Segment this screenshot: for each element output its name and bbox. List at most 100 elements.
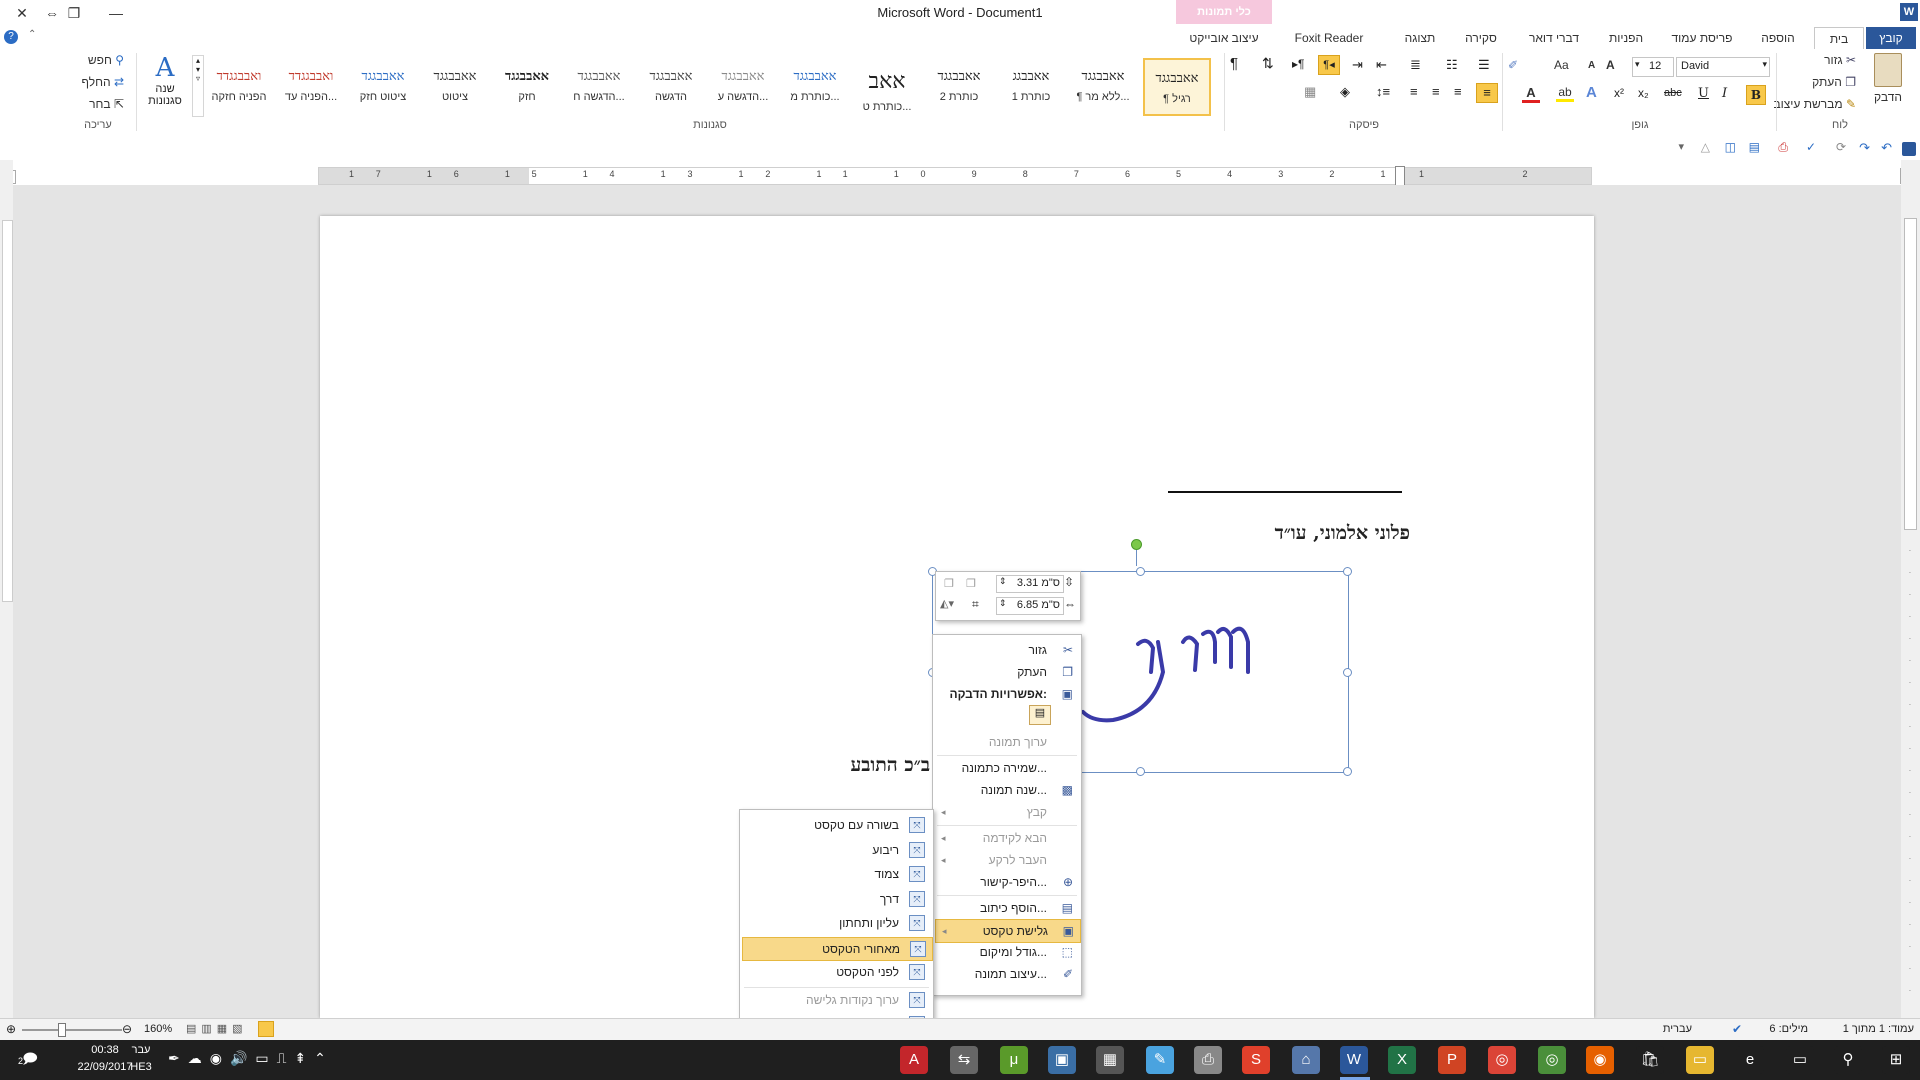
signer-name[interactable]: פלוני אלמוני, עו״ד [1200, 522, 1410, 545]
torrent-icon[interactable]: μ [1000, 1046, 1028, 1074]
borders-icon[interactable]: ▦ [1304, 84, 1316, 100]
acrobat-icon[interactable]: A [900, 1046, 928, 1074]
context-menu-item[interactable]: גלישת טקסט ▣ ◂ [935, 919, 1081, 943]
style-item[interactable]: אאבבגגד חזק [495, 58, 559, 112]
printer-icon[interactable]: ⎙ [1194, 1046, 1222, 1074]
shape-width-input[interactable]: ⇕ 6.85 ס"מ [996, 597, 1064, 615]
firefox-icon[interactable]: ◉ [1586, 1046, 1614, 1074]
grow-font-button[interactable]: A [1606, 58, 1615, 72]
wrap-option[interactable]: עליון ותחתון ⤧ [742, 912, 931, 934]
calculator-icon[interactable]: ▦ [1096, 1046, 1124, 1074]
chrome-icon[interactable]: ◎ [1488, 1046, 1516, 1074]
align-right-button[interactable]: ≡ [1476, 83, 1498, 103]
show-hide-button[interactable]: ¶ [1230, 55, 1238, 72]
resize-handle[interactable] [1136, 767, 1145, 776]
text-effects-icon[interactable]: A [1586, 84, 1597, 101]
language-indicator[interactable]: עברית [1663, 1023, 1692, 1035]
sort-icon[interactable]: ⇅ [1262, 55, 1274, 72]
font-name-box[interactable]: David ▾ [1676, 57, 1770, 77]
tab-references[interactable]: הפניות [1598, 27, 1654, 49]
style-item[interactable]: אאבבגגד הדגשה [639, 58, 703, 112]
store-icon[interactable]: 🛍 [1636, 1046, 1664, 1074]
search-icon[interactable]: ⚲ [1834, 1046, 1862, 1074]
wrap-option[interactable]: בשורה עם טקסט ⤧ [742, 814, 931, 836]
help-icon[interactable]: ? [4, 30, 18, 44]
right-to-left-button[interactable]: ¶◂ [1318, 55, 1340, 75]
copy-button[interactable]: העתק ❐ [1780, 75, 1856, 89]
bold-button[interactable]: B [1746, 85, 1766, 105]
style-item[interactable]: אאבבגגד ציטוט חזק [351, 58, 415, 112]
tab-file[interactable]: קובץ [1866, 27, 1916, 49]
context-menu-item[interactable]: הבא לקידמה ◂ [935, 827, 1079, 849]
tab-view[interactable]: תצוגה [1396, 27, 1444, 49]
print-preview-icon[interactable]: ⎙ [1778, 140, 1788, 155]
crop-icon[interactable]: ⌗ [972, 597, 979, 612]
shrink-font-button[interactable]: A [1588, 60, 1595, 71]
justify-button[interactable]: ≡ [1410, 84, 1418, 99]
change-styles-button[interactable]: A שנה סגנונות [140, 53, 190, 119]
sheets-icon[interactable]: S [1242, 1046, 1270, 1074]
styles-scroll[interactable]: ▴ ▾ ▿ [192, 55, 204, 117]
style-item[interactable]: אאבבגג כותרת 1 [999, 58, 1063, 112]
style-item[interactable]: ואבבגגדד הפניה עד... [279, 58, 343, 112]
superscript-button[interactable]: x² [1614, 86, 1624, 100]
cut-button[interactable]: גזור ✂ [1788, 53, 1856, 67]
print-layout-button[interactable] [258, 1021, 274, 1037]
open-icon[interactable]: ◫ [1725, 140, 1736, 154]
redo-icon[interactable]: ↷ [1859, 140, 1870, 156]
replace-button[interactable]: החלף ⇄ [64, 75, 124, 89]
new-document-icon[interactable]: ▤ [1749, 140, 1760, 154]
tab-review[interactable]: סקירה [1456, 27, 1506, 49]
font-size-box[interactable]: 12 ▾ [1632, 57, 1674, 77]
photos-icon[interactable]: ▣ [1048, 1046, 1076, 1074]
tab-mailings[interactable]: דברי דואר [1520, 27, 1588, 49]
change-case-button[interactable]: Aa [1554, 58, 1569, 72]
context-menu-item[interactable]: היפר-קישור... ⊕ [935, 871, 1079, 893]
page-count[interactable]: עמוד: 1 מתוך 1 [1843, 1023, 1914, 1035]
shape-height-input[interactable]: ⇕ 3.31 ס"מ [996, 575, 1064, 593]
wrap-option[interactable]: ריבוע ⤧ [742, 839, 931, 861]
context-menu-item[interactable]: קבץ ◂ [935, 801, 1079, 823]
italic-button[interactable]: I [1722, 86, 1727, 101]
style-item[interactable]: אאבבגגד ¶ רגיל [1143, 58, 1211, 116]
undo-icon[interactable]: ↶ [1881, 140, 1892, 156]
context-menu-item[interactable]: ערוך תמונה [935, 731, 1079, 753]
align-center-button[interactable]: ≡ [1454, 84, 1462, 99]
paste-button[interactable]: הדבק [1862, 53, 1914, 115]
left-to-right-button[interactable]: ▸¶ [1292, 57, 1304, 71]
tab-page-layout[interactable]: פריסת עמוד [1662, 27, 1742, 49]
vertical-scrollbar[interactable]: · · · · · · · · · · · · · · · · · · · · · [1901, 160, 1920, 1020]
indent-marker[interactable] [1395, 166, 1405, 186]
scrollbar-thumb[interactable] [1904, 218, 1917, 530]
clear-formatting-icon[interactable]: ✐ [1508, 58, 1518, 72]
chrome-icon[interactable]: ◎ [1538, 1046, 1566, 1074]
shading-icon[interactable]: ◈ [1340, 84, 1350, 100]
style-item[interactable]: אאבבגגד כותרת 2 [927, 58, 991, 112]
notes-icon[interactable]: ✎ [1146, 1046, 1174, 1074]
increase-indent-icon[interactable]: ⇥ [1352, 57, 1363, 73]
context-menu-item[interactable]: שמירה כתמונה... [935, 757, 1079, 779]
style-item[interactable]: ואבבגגדד הפניה חזקה [207, 58, 271, 112]
style-item[interactable]: אאב כותרת ט... [855, 58, 919, 113]
tab-format[interactable]: עיצוב אובייקט [1186, 27, 1262, 49]
context-menu-item[interactable]: שנה תמונה... ▩ [935, 779, 1079, 801]
select-button[interactable]: בחר ⇱ [64, 97, 124, 111]
styles-gallery[interactable]: אאבבגגד ¶ רגיל אאבבגגד ¶ ללא מר... אאבבגג כות… [205, 53, 1215, 117]
customize-toolbar-icon[interactable]: ▾ [1678, 140, 1684, 153]
edge-icon[interactable]: e [1736, 1046, 1764, 1074]
subscript-button[interactable]: x₂ [1638, 86, 1649, 100]
ribbon-collapse-icon[interactable]: ⌃ [28, 29, 36, 40]
picture-styles-icon[interactable]: ◭▾ [940, 597, 954, 610]
wrap-option[interactable]: דרך ⤧ [742, 888, 931, 910]
plaintiff-attorney-text[interactable]: ב״כ התובע [820, 754, 930, 777]
numbering-icon[interactable]: ☷ [1446, 57, 1458, 73]
style-item[interactable]: אאבבגגד הדגשה ח... [567, 58, 631, 112]
zoom-out-icon[interactable]: ⊖ [122, 1022, 132, 1036]
word-count[interactable]: מילים: 6 [1769, 1023, 1808, 1035]
zoom-in-icon[interactable]: ⊕ [6, 1022, 16, 1036]
line-spacing-icon[interactable]: ↕≡ [1376, 84, 1390, 99]
send-backward-icon[interactable]: ❐ [966, 577, 976, 590]
powerpoint-icon[interactable]: P [1438, 1046, 1466, 1074]
draw-table-icon[interactable]: △ [1701, 140, 1710, 154]
save-icon[interactable] [1902, 142, 1916, 156]
